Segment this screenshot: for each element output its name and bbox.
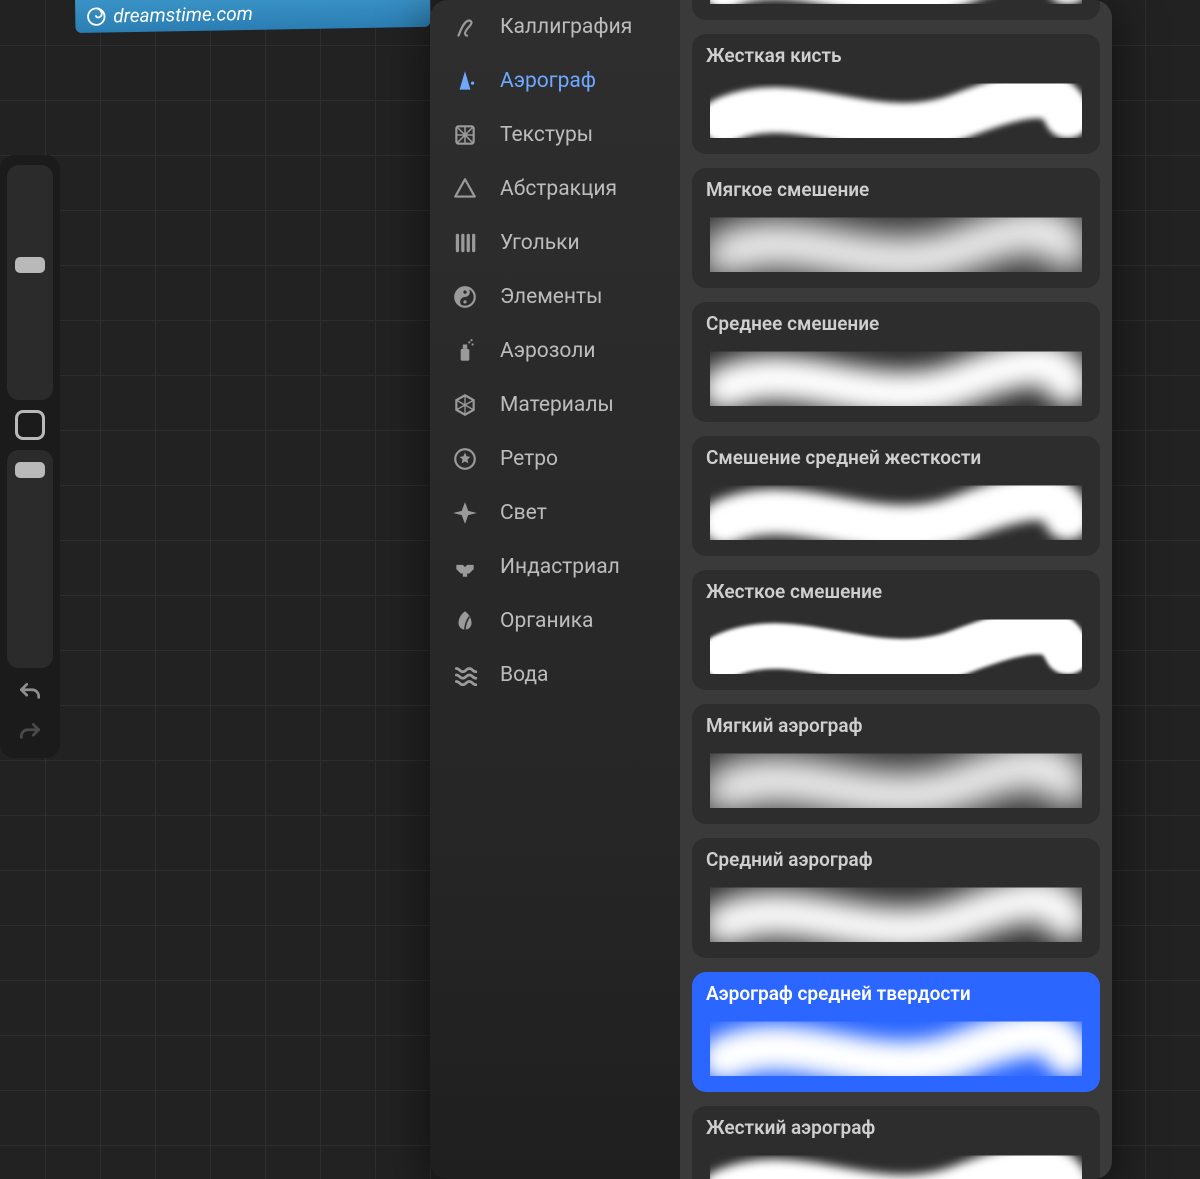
category-materials[interactable]: Материалы	[430, 378, 680, 432]
brush-category-list: Каллиграфия Аэрограф Текстуры Абстракция Уго…	[430, 0, 680, 1179]
brush-stroke-preview	[710, 68, 1082, 144]
brush-stroke-preview	[710, 604, 1082, 680]
spiral-icon	[85, 5, 107, 27]
redo-button[interactable]	[15, 718, 45, 748]
brush-item[interactable]: Мягкий аэрограф	[692, 704, 1100, 824]
calligraphy-icon	[452, 14, 478, 40]
retro-icon	[452, 446, 478, 472]
brush-title: Жесткая кисть	[706, 44, 1086, 67]
category-charcoal[interactable]: Угольки	[430, 216, 680, 270]
undo-icon	[17, 680, 43, 706]
brush-stroke-preview	[710, 1140, 1082, 1179]
opacity-slider-thumb[interactable]	[15, 462, 45, 478]
brush-item[interactable]: Средний аэрограф	[692, 838, 1100, 958]
brush-title: Среднее смешение	[706, 312, 1086, 335]
category-label: Ретро	[500, 447, 558, 471]
category-spray[interactable]: Аэрозоли	[430, 324, 680, 378]
abstract-icon	[452, 176, 478, 202]
category-label: Абстракция	[500, 177, 617, 201]
category-label: Индастриал	[500, 555, 620, 579]
materials-icon	[452, 392, 478, 418]
brush-item[interactable]: Аэрограф средней твердости	[692, 972, 1100, 1092]
category-label: Аэрозоли	[500, 339, 596, 363]
brush-stroke-preview	[710, 336, 1082, 412]
category-industrial[interactable]: Индастриал	[430, 540, 680, 594]
opacity-slider-track[interactable]	[7, 450, 53, 668]
brush-title: Мягкое смешение	[706, 178, 1086, 201]
brush-title: Жесткий аэрограф	[706, 1116, 1086, 1139]
brush-stroke-preview	[710, 470, 1082, 546]
category-label: Текстуры	[500, 123, 593, 147]
category-label: Материалы	[500, 393, 614, 417]
brush-stroke-preview	[710, 0, 1082, 10]
brush-stroke-preview	[710, 202, 1082, 278]
category-label: Угольки	[500, 231, 580, 255]
industrial-icon	[452, 554, 478, 580]
charcoal-icon	[452, 230, 478, 256]
organic-icon	[452, 608, 478, 634]
brush-stroke-preview	[710, 1006, 1082, 1082]
category-label: Элементы	[500, 285, 602, 309]
category-label: Каллиграфия	[500, 15, 632, 39]
textures-icon	[452, 122, 478, 148]
category-water[interactable]: Вода	[430, 648, 680, 702]
category-label: Вода	[500, 663, 548, 687]
brush-title: Мягкий аэрограф	[706, 714, 1086, 737]
category-abstract[interactable]: Абстракция	[430, 162, 680, 216]
size-slider-track[interactable]	[7, 165, 53, 400]
spray-icon	[452, 338, 478, 364]
brush-item[interactable]: Смешение средней жесткости	[692, 436, 1100, 556]
brush-stroke-preview	[710, 738, 1082, 814]
category-airbrush[interactable]: Аэрограф	[430, 54, 680, 108]
category-label: Аэрограф	[500, 69, 596, 93]
brush-stroke-preview	[710, 872, 1082, 948]
tool-sidebar	[0, 155, 60, 758]
category-calligraphy[interactable]: Каллиграфия	[430, 0, 680, 54]
brush-library-panel: Каллиграфия Аэрограф Текстуры Абстракция Уго…	[430, 0, 1112, 1179]
light-icon	[452, 500, 478, 526]
water-icon	[452, 662, 478, 688]
watermark-text: dreamstime.com	[113, 2, 253, 27]
brush-item[interactable]: Жесткая кисть	[692, 34, 1100, 154]
brush-item[interactable]: Жесткое смешение	[692, 570, 1100, 690]
elements-icon	[452, 284, 478, 310]
category-textures[interactable]: Текстуры	[430, 108, 680, 162]
airbrush-icon	[452, 68, 478, 94]
shape-button[interactable]	[15, 410, 45, 440]
brush-list: Жесткая кисть Мягкое смешение Среднее смеш…	[680, 0, 1112, 1179]
brush-item[interactable]: Мягкое смешение	[692, 168, 1100, 288]
brush-item[interactable]: Среднее смешение	[692, 302, 1100, 422]
brush-item[interactable]: Жесткий аэрограф	[692, 1106, 1100, 1179]
brush-title: Аэрограф средней твердости	[706, 982, 1086, 1005]
size-slider-thumb[interactable]	[15, 257, 45, 273]
category-organic[interactable]: Органика	[430, 594, 680, 648]
category-retro[interactable]: Ретро	[430, 432, 680, 486]
redo-icon	[17, 720, 43, 746]
brush-title: Смешение средней жесткости	[706, 446, 1086, 469]
brush-title: Средний аэрограф	[706, 848, 1086, 871]
undo-button[interactable]	[15, 678, 45, 708]
category-label: Органика	[500, 609, 594, 633]
brush-title: Жесткое смешение	[706, 580, 1086, 603]
category-label: Свет	[500, 501, 547, 525]
brush-item[interactable]	[692, 0, 1100, 20]
category-elements[interactable]: Элементы	[430, 270, 680, 324]
category-light[interactable]: Свет	[430, 486, 680, 540]
